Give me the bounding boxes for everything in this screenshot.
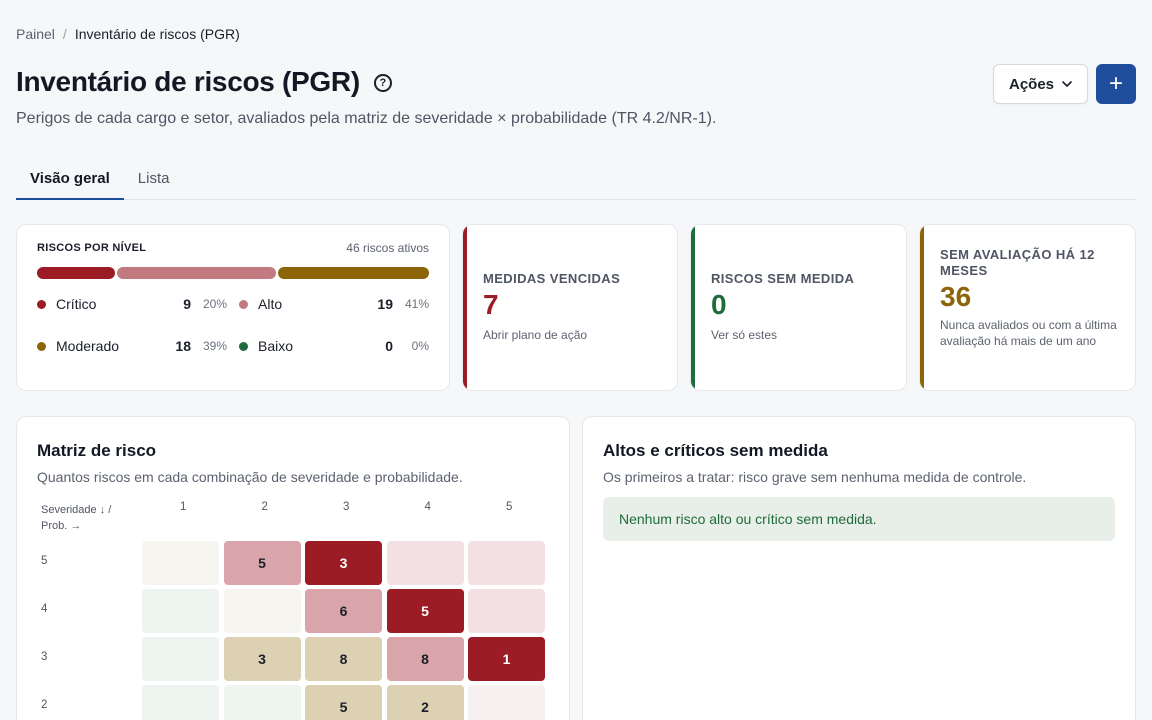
matrix-subtitle: Quantos riscos em cada combinação de sev…	[37, 469, 463, 485]
open-action-plan-link[interactable]: Abrir plano de ação	[483, 327, 663, 343]
axis-label-probability: Prob. →	[41, 520, 82, 532]
stat-value: 7	[483, 289, 499, 320]
actions-button-label: Ações	[1008, 75, 1055, 93]
legend-item-moderate[interactable]: Moderado 18 39%	[37, 337, 227, 355]
help-icon[interactable]: ?	[373, 74, 392, 92]
level-percent: 20%	[202, 297, 227, 311]
tab-overview[interactable]: Visão geral	[16, 160, 124, 200]
matrix-cell[interactable]: 1	[468, 637, 545, 681]
stat-value: 36	[940, 281, 972, 312]
matrix-cell[interactable]	[142, 685, 219, 720]
stat-label: RISCOS SEM MEDIDA	[711, 271, 855, 286]
matrix-cell[interactable]	[223, 589, 301, 633]
page-title: Inventário de riscos (PGR)	[16, 66, 360, 97]
risk-levels-card: RISCOS POR NÍVEL 46 riscos ativos Crític…	[16, 224, 450, 391]
risk-level-legend: Crítico 9 20% Alto 19 41% Moderado 18 39…	[37, 295, 429, 355]
matrix-row-label: 4	[41, 603, 48, 615]
level-name: Crítico	[56, 296, 97, 312]
matrix-cell[interactable]	[223, 685, 301, 720]
level-dot	[37, 341, 46, 351]
alerts-subtitle: Os primeiros a tratar: risco grave sem n…	[603, 469, 1027, 485]
matrix-cell[interactable]: 2	[386, 685, 464, 720]
breadcrumb-separator: /	[62, 26, 67, 42]
matrix-cell[interactable]: 6	[305, 589, 382, 633]
matrix-cell[interactable]	[142, 637, 219, 681]
chevron-down-icon	[1062, 79, 1072, 90]
risks-without-measure-card[interactable]: RISCOS SEM MEDIDA 0 Ver só estes	[690, 224, 907, 391]
matrix-row-label: 5	[41, 555, 48, 567]
stat-value: 0	[711, 289, 727, 320]
alerts-title: Altos e críticos sem medida	[603, 441, 828, 460]
level-percent: 39%	[202, 339, 227, 353]
matrix-cell[interactable]: 8	[305, 637, 382, 681]
plus-icon: +	[1108, 70, 1123, 97]
title-row: Inventário de riscos (PGR) ?	[16, 66, 392, 98]
page-subtitle: Perigos de cada cargo e setor, avaliados…	[16, 110, 717, 127]
tab-list[interactable]: Lista	[124, 160, 184, 200]
stat-label: SEM AVALIAÇÃO HÁ 12 MESES	[940, 247, 1095, 278]
matrix-column-header: 4	[424, 501, 431, 513]
empty-state-message: Nenhum risco alto ou crítico sem medida.	[603, 497, 1115, 541]
view-only-these-link[interactable]: Ver só estes	[711, 327, 892, 343]
matrix-cell[interactable]: 5	[223, 541, 301, 585]
accent-bar	[463, 225, 467, 390]
breadcrumb: Painel / Inventário de riscos (PGR)	[16, 26, 240, 42]
matrix-row-label: 3	[41, 651, 48, 663]
level-bar-segment	[116, 267, 276, 279]
matrix-cell[interactable]: 8	[386, 637, 464, 681]
breadcrumb-current: Inventário de riscos (PGR)	[74, 26, 240, 42]
level-name: Alto	[258, 296, 283, 312]
matrix-cell[interactable]	[142, 589, 219, 633]
matrix-cell[interactable]: 5	[305, 685, 382, 720]
level-count: 19	[377, 296, 393, 312]
risk-matrix-card: Matriz de risco Quantos riscos em cada c…	[16, 416, 570, 720]
risk-level-stacked-bar	[37, 267, 429, 279]
legend-item-critical[interactable]: Crítico 9 20%	[37, 295, 227, 313]
matrix-axis-label: Severidade ↓ / Prob. →	[41, 502, 111, 534]
matrix-column-header: 5	[506, 501, 513, 513]
matrix-cell[interactable]: 3	[223, 637, 301, 681]
level-bar-segment	[37, 267, 115, 279]
level-count: 18	[175, 338, 191, 354]
tab-bar: Visão geral Lista	[16, 160, 1136, 200]
legend-item-high[interactable]: Alto 19 41%	[239, 295, 429, 313]
breadcrumb-root-link[interactable]: Painel	[16, 26, 55, 42]
matrix-column-header: 2	[261, 501, 268, 513]
accent-bar	[920, 225, 924, 390]
legend-item-low[interactable]: Baixo 0 0%	[239, 337, 429, 355]
overdue-measures-card[interactable]: MEDIDAS VENCIDAS 7 Abrir plano de ação	[462, 224, 678, 391]
add-risk-button[interactable]: +	[1096, 64, 1136, 104]
accent-bar	[691, 225, 695, 390]
matrix-cell[interactable]	[468, 541, 545, 585]
level-name: Baixo	[258, 338, 294, 354]
level-percent: 41%	[404, 297, 429, 311]
matrix-column-header: 1	[180, 501, 187, 513]
high-critical-without-measure-card: Altos e críticos sem medida Os primeiros…	[582, 416, 1136, 720]
risk-levels-title: RISCOS POR NÍVEL	[37, 242, 147, 254]
level-count: 0	[385, 338, 393, 354]
matrix-cell[interactable]	[468, 685, 545, 720]
matrix-row-label: 2	[41, 699, 48, 711]
stat-label: MEDIDAS VENCIDAS	[483, 271, 621, 286]
actions-dropdown-button[interactable]: Ações	[993, 64, 1088, 104]
matrix-cell[interactable]	[468, 589, 545, 633]
level-dot	[239, 341, 248, 351]
level-dot	[37, 299, 46, 309]
matrix-column-header: 3	[343, 501, 350, 513]
matrix-title: Matriz de risco	[37, 441, 157, 460]
level-percent: 0%	[411, 339, 429, 353]
level-dot	[239, 299, 248, 309]
level-count: 9	[183, 296, 191, 312]
matrix-cell[interactable]	[386, 541, 464, 585]
axis-label-severity: Severidade ↓ /	[41, 504, 112, 516]
stat-description: Nunca avaliados ou com a última avaliaçã…	[940, 318, 1117, 348]
matrix-cell[interactable]: 3	[305, 541, 382, 585]
level-bar-segment	[277, 267, 429, 279]
matrix-cell[interactable]: 5	[386, 589, 464, 633]
not-assessed-card[interactable]: SEM AVALIAÇÃO HÁ 12 MESES 36 Nunca avali…	[919, 224, 1136, 391]
matrix-cell[interactable]	[142, 541, 219, 585]
level-name: Moderado	[56, 338, 120, 354]
risk-total-count: 46 riscos ativos	[346, 241, 429, 255]
